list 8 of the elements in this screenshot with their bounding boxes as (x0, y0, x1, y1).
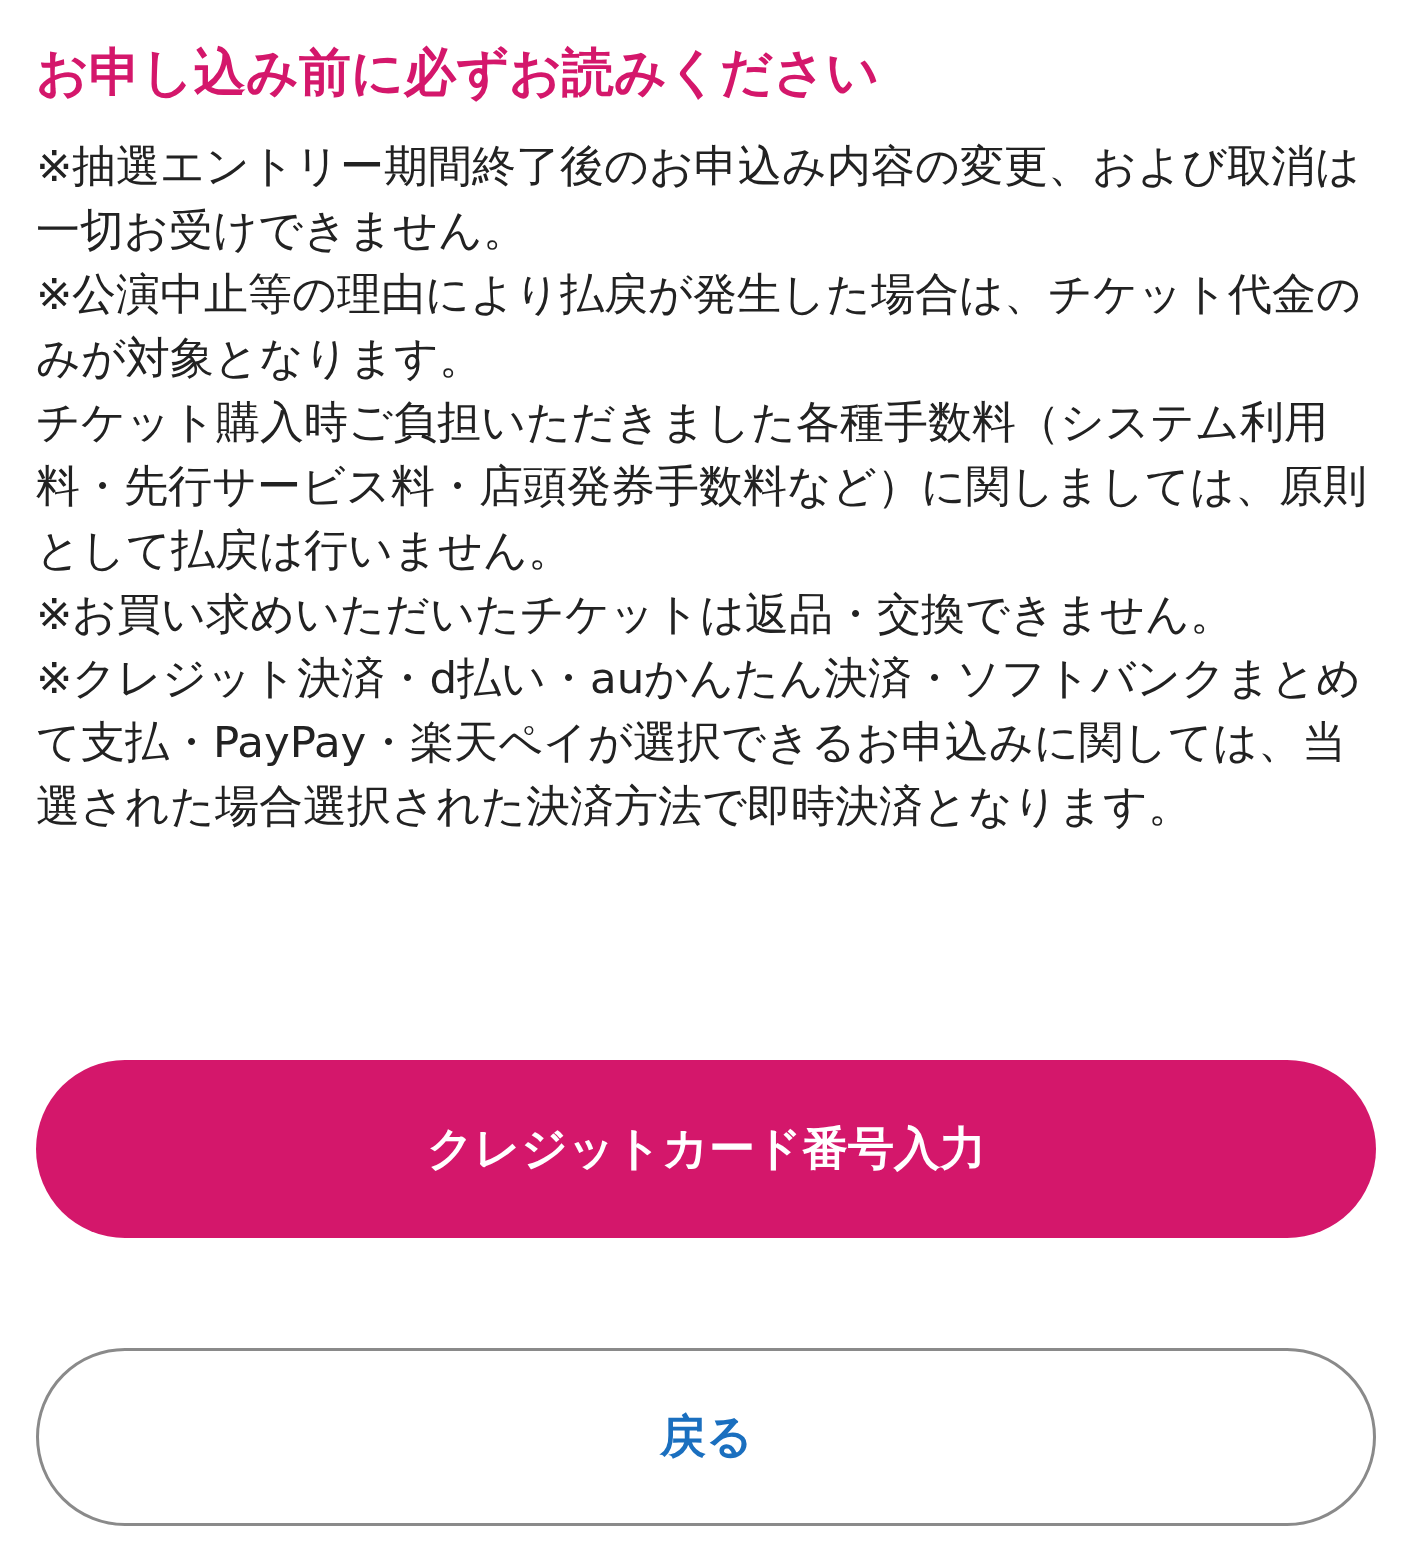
back-button[interactable]: 戻る (36, 1348, 1376, 1526)
notice-paragraph: ※お買い求めいただいたチケットは返品・交換できません。 (36, 588, 1236, 641)
notice-paragraph: ※クレジット決済・d払い・auかんたん決済・ソフトバンクまとめて支払・PayPay・楽天ペイが選択できるお申込みに関しては、当選された場合選択された決済方法で即時決済となります。 (36, 652, 1363, 833)
notice-paragraph: ※抽選エントリー期間終了後のお申込み内容の変更、および取消は一切お受けできません。 (36, 140, 1362, 257)
notice-paragraph: チケット購入時ご負担いただきました各種手数料（システム利用料・先行サービス料・店頭発券手数料など）に関しましては、原則として払戻は行いません。 (36, 396, 1368, 577)
card-number-button[interactable]: クレジットカード番号入力 (36, 1060, 1376, 1238)
notice-title: お申し込み前に必ずお読みください (36, 41, 880, 104)
notice-paragraph: ※公演中止等の理由により払戻が発生した場合は、チケット代金のみが対象となります。 (36, 268, 1363, 385)
